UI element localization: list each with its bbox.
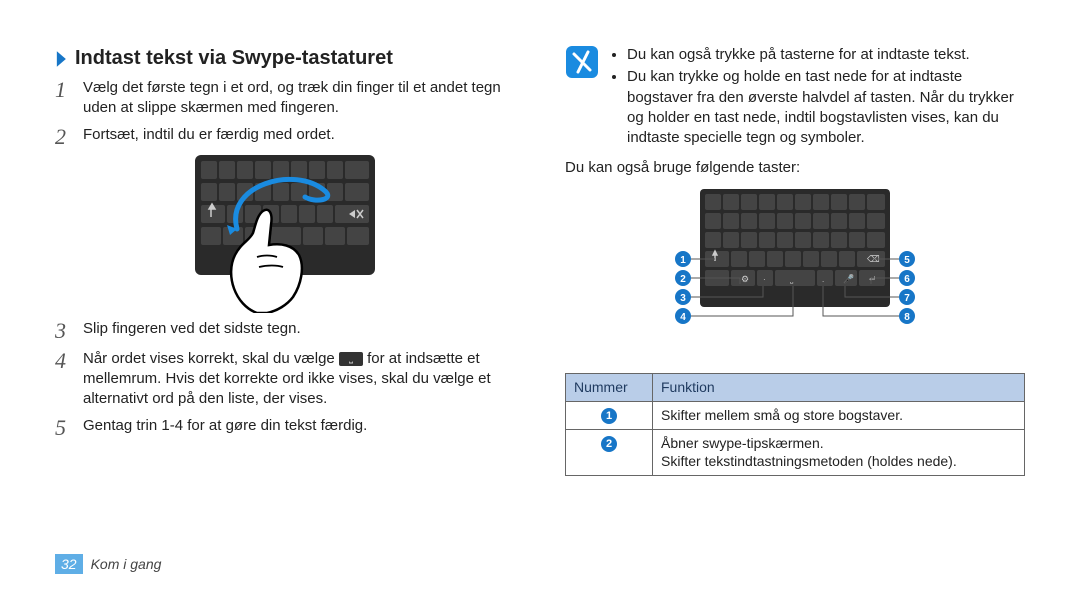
- page-footer: 32 Kom i gang: [0, 554, 161, 574]
- table-row: 1 Skifter mellem små og store bogstaver.: [566, 401, 1025, 429]
- step-text: Når ordet vises korrekt, skal du vælge ⎵…: [83, 349, 515, 410]
- step-number: 3: [55, 319, 83, 343]
- keyboard-callout-diagram: ⚙ · ⎵ . 🎤 ↵ ⌫ 1 2 3 4: [645, 189, 945, 359]
- table-row: 2 Åbner swype-tipskærmen. Skifter teksti…: [566, 429, 1025, 476]
- section-title-text: Indtast tekst via Swype-tastaturet: [75, 45, 393, 72]
- svg-text:1: 1: [680, 255, 686, 266]
- svg-text:4: 4: [680, 312, 686, 323]
- step-number: 1: [55, 78, 83, 102]
- step-text: Gentag trin 1-4 for at gøre din tekst fæ…: [83, 416, 515, 436]
- page-number: 32: [55, 554, 83, 574]
- step-text: Vælg det første tegn i et ord, og træk d…: [83, 78, 515, 119]
- number-badge-icon: 2: [601, 436, 617, 452]
- section-title: Indtast tekst via Swype-tastaturet: [55, 45, 515, 72]
- table-cell: Åbner swype-tipskærmen. Skifter tekstind…: [653, 429, 1025, 476]
- svg-text:6: 6: [904, 274, 910, 285]
- step-text: Slip fingeren ved det sidste tegn.: [83, 319, 515, 339]
- step-number: 2: [55, 125, 83, 149]
- table-header: Funktion: [653, 373, 1025, 401]
- spacebar-key-icon: ⎵: [339, 352, 363, 366]
- table-cell: Skifter mellem små og store bogstaver.: [653, 401, 1025, 429]
- intro-paragraph: Du kan også bruge følgende taster:: [565, 158, 1025, 178]
- svg-text:🎤: 🎤: [843, 273, 854, 284]
- svg-text:3: 3: [680, 293, 686, 304]
- svg-text:⚙: ⚙: [741, 274, 749, 284]
- svg-text:↵: ↵: [869, 274, 877, 284]
- svg-text:5: 5: [904, 255, 910, 266]
- step-number: 5: [55, 416, 83, 440]
- note-icon: [565, 45, 599, 85]
- step-text: Fortsæt, indtil du er færdig med ordet.: [83, 125, 515, 145]
- footer-section-name: Kom i gang: [91, 556, 162, 572]
- svg-text:2: 2: [680, 274, 686, 285]
- svg-text:7: 7: [904, 293, 910, 304]
- note-body: Du kan også trykke på tasterne for at in…: [609, 45, 1025, 150]
- function-table: Nummer Funktion 1 Skifter mellem små og …: [565, 373, 1025, 477]
- swype-keyboard-illustration: [185, 155, 385, 313]
- svg-text:.: .: [822, 275, 824, 284]
- svg-text:8: 8: [904, 312, 910, 323]
- step-number: 4: [55, 349, 83, 373]
- table-header: Nummer: [566, 373, 653, 401]
- svg-text:·: ·: [763, 275, 766, 284]
- number-badge-icon: 1: [601, 408, 617, 424]
- chevron-icon: [55, 50, 69, 68]
